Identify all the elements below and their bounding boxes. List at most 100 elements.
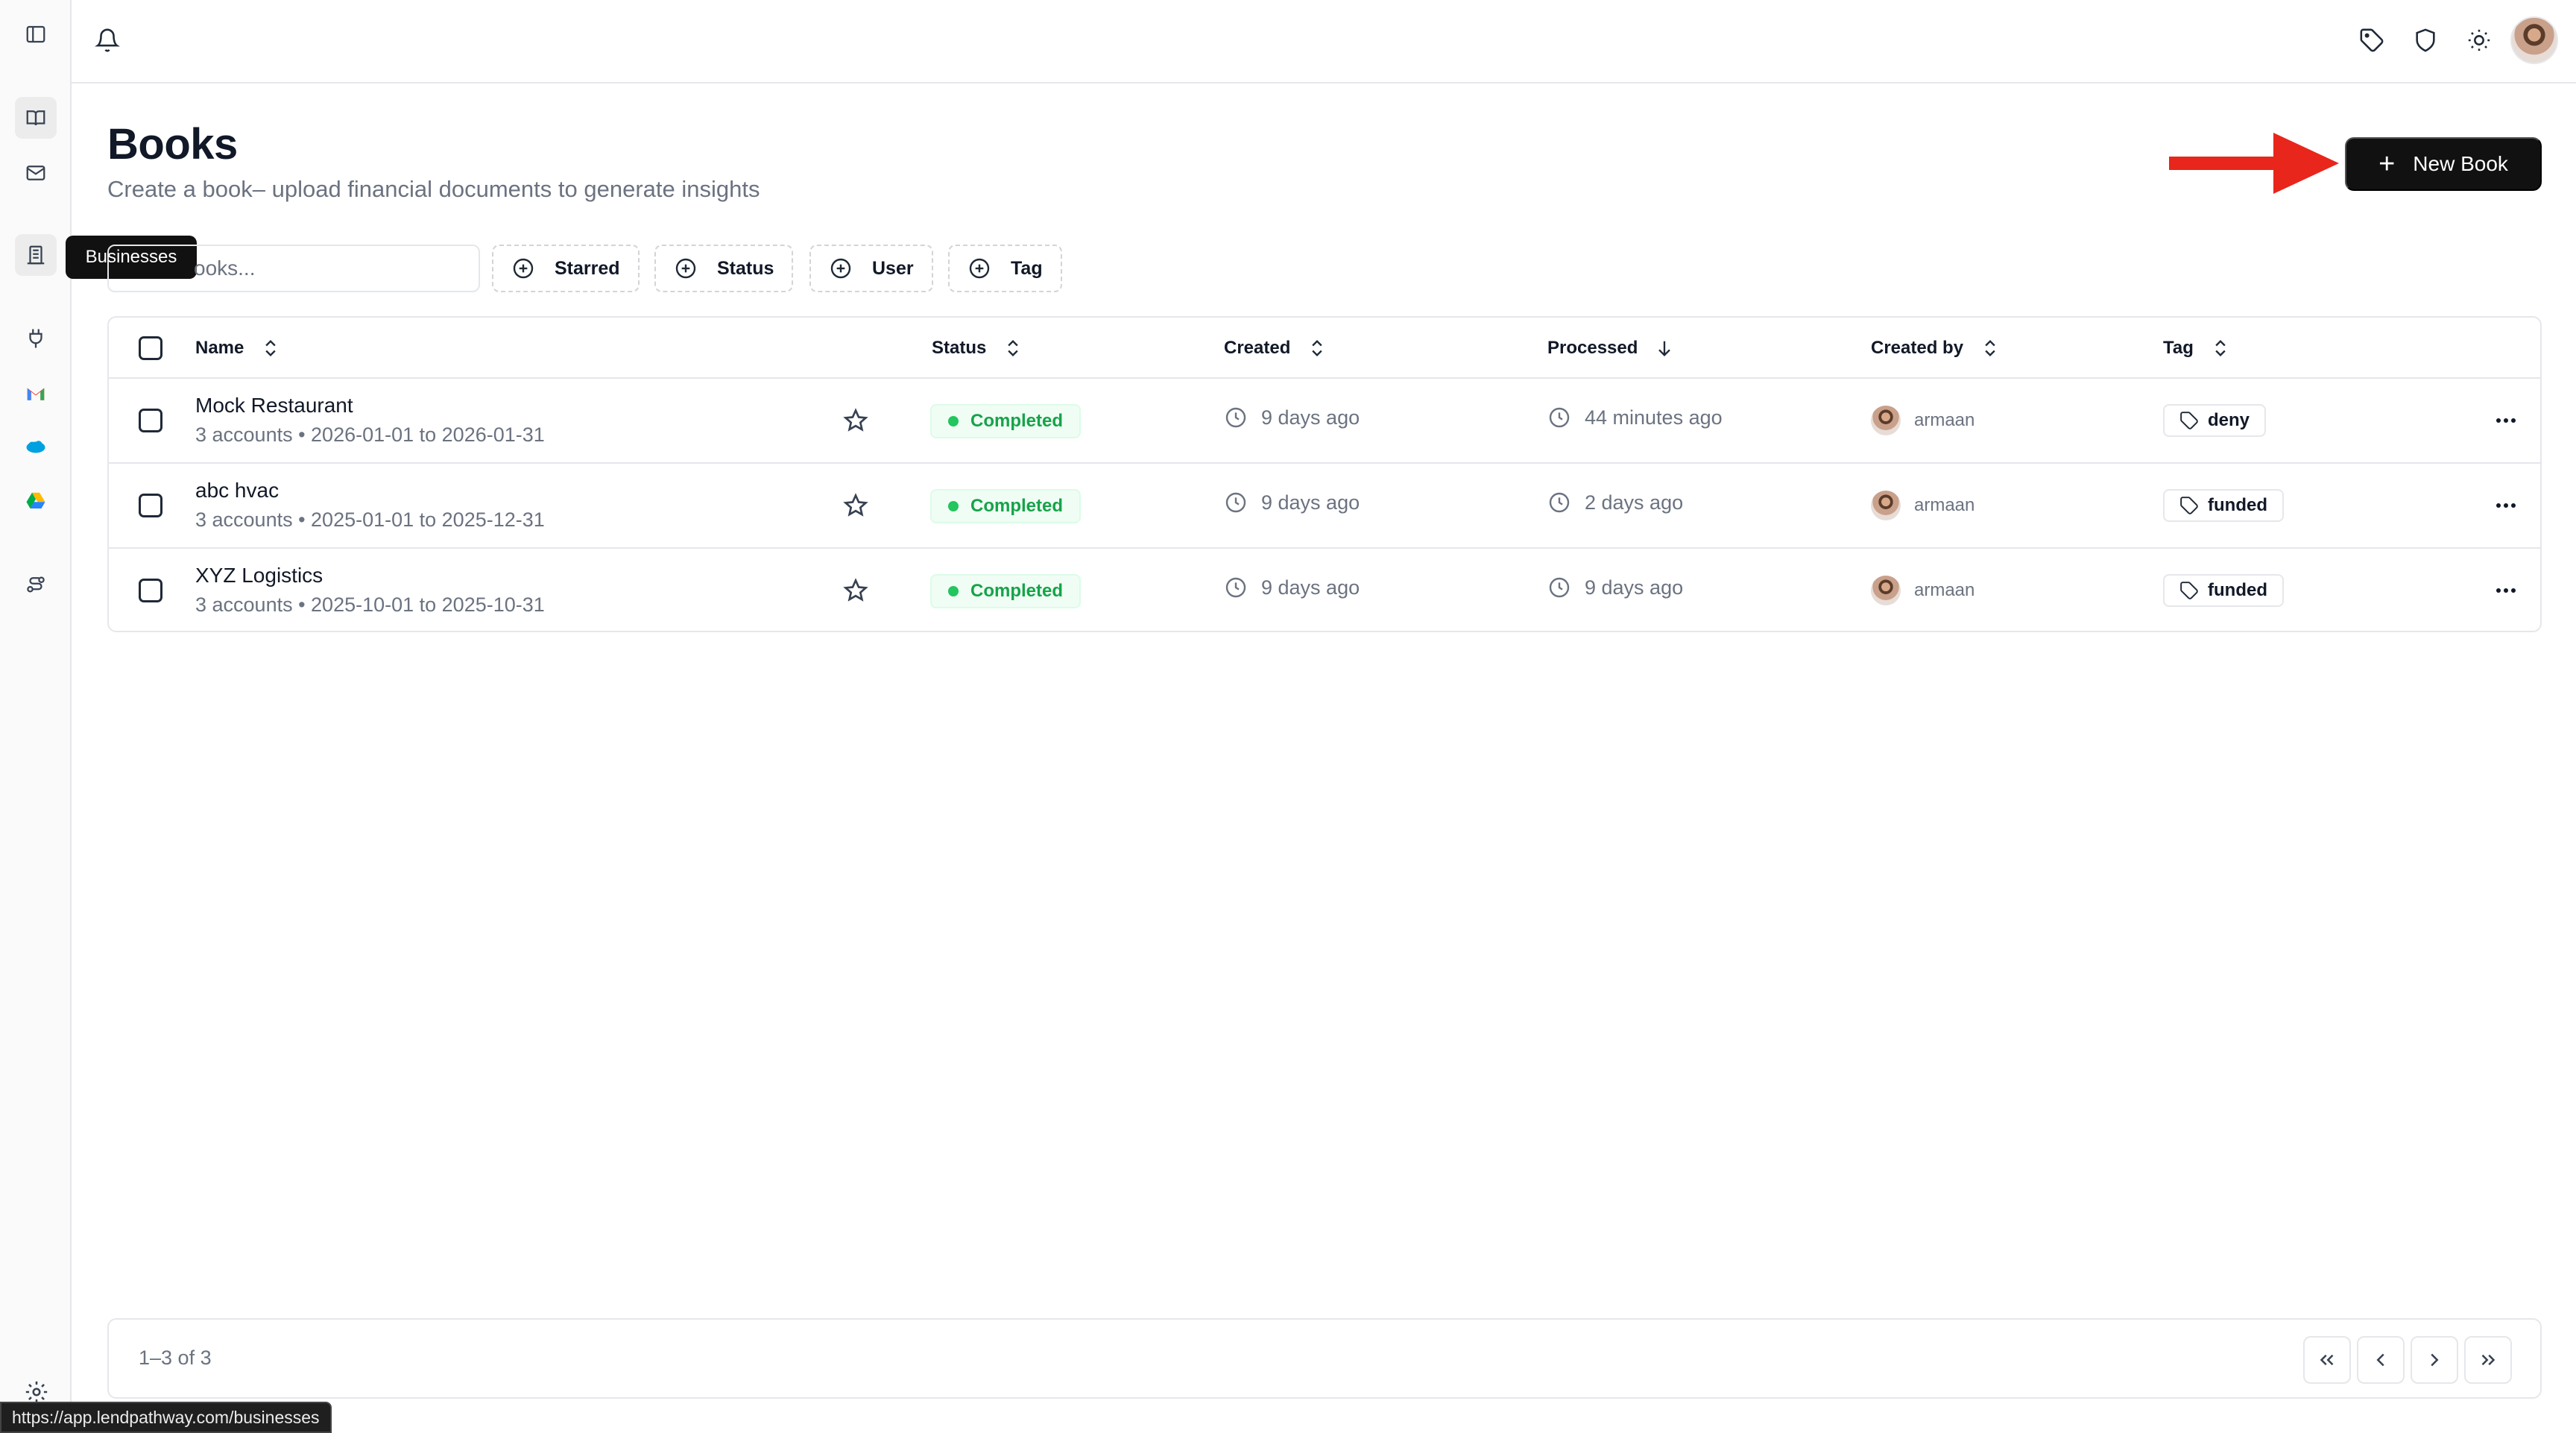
sidebar-item-google-drive[interactable] [15, 480, 57, 522]
sidebar-item-gmail[interactable] [15, 373, 57, 415]
row-checkbox[interactable] [139, 409, 162, 432]
processed-cell: 2 days ago [1547, 491, 1683, 514]
tag-label: funded [2208, 495, 2267, 515]
status-dot-icon [948, 586, 959, 596]
plug-icon [29, 329, 42, 348]
avatar [1871, 576, 1901, 605]
plus-circle-icon [513, 258, 534, 279]
sidebar-toggle-button[interactable] [15, 13, 57, 55]
status-dot-icon [948, 416, 959, 426]
sidebar-item-mail[interactable] [15, 152, 57, 194]
table-row[interactable]: Mock Restaurant 3 accounts • 2026-01-01 … [109, 379, 2540, 464]
clock-icon [1225, 577, 1246, 598]
search-input[interactable]: ooks... [107, 245, 480, 292]
column-status[interactable]: Status [932, 318, 1023, 379]
chevrons-right-icon [2481, 1354, 2496, 1366]
row-checkbox[interactable] [139, 494, 162, 517]
book-name[interactable]: XYZ Logistics [195, 564, 323, 588]
tag-label: deny [2208, 410, 2250, 430]
next-page-button[interactable] [2411, 1336, 2458, 1384]
table-row[interactable]: abc hvac 3 accounts • 2025-01-01 to 2025… [109, 464, 2540, 549]
page-title: Books [107, 120, 238, 169]
shield-icon [2416, 28, 2435, 52]
created-by-cell: armaan [1871, 576, 1974, 605]
row-actions-button[interactable] [2491, 579, 2521, 602]
books-table: Name Status Created Processed Created by… [107, 316, 2542, 632]
sidebar-item-integrations[interactable] [15, 318, 57, 359]
star-icon[interactable] [842, 577, 869, 604]
created-by-value: armaan [1914, 580, 1975, 600]
tag-pill[interactable]: funded [2163, 489, 2284, 522]
sidebar-item-businesses[interactable] [15, 234, 57, 276]
created-by-value: armaan [1914, 495, 1975, 515]
select-all-checkbox[interactable] [139, 336, 162, 360]
settings-icon[interactable] [24, 1379, 49, 1405]
column-name[interactable]: Name [195, 318, 281, 379]
filter-user-label: User [872, 257, 914, 279]
processed-value: 2 days ago [1585, 491, 1684, 514]
processed-value: 9 days ago [1585, 576, 1684, 599]
table-row[interactable]: XYZ Logistics 3 accounts • 2025-10-01 to… [109, 549, 2540, 634]
new-book-button[interactable]: + New Book [2345, 137, 2542, 191]
first-page-button[interactable] [2303, 1336, 2351, 1384]
star-icon[interactable] [842, 492, 869, 519]
column-tag[interactable]: Tag [2163, 318, 2231, 379]
column-processed[interactable]: Processed [1547, 318, 1675, 379]
column-created-label: Created [1224, 338, 1291, 358]
sun-icon [2468, 29, 2490, 51]
status-label: Completed [970, 496, 1064, 516]
column-created-by[interactable]: Created by [1871, 318, 2001, 379]
filter-tag-label: Tag [1011, 257, 1043, 279]
filter-user[interactable]: User [809, 245, 933, 292]
security-button[interactable] [2405, 19, 2446, 61]
clock-icon [1549, 407, 1570, 428]
sidebar-item-books[interactable] [15, 97, 57, 139]
notifications-button[interactable] [86, 19, 128, 61]
sort-icon [1008, 340, 1019, 356]
previous-page-button[interactable] [2357, 1336, 2405, 1384]
tag-pill[interactable]: funded [2163, 574, 2284, 607]
processed-cell: 44 minutes ago [1547, 406, 1723, 429]
row-checkbox[interactable] [139, 579, 162, 602]
chevron-right-icon [2431, 1353, 2439, 1367]
plus-circle-icon [675, 258, 696, 279]
salesforce-icon [26, 441, 45, 453]
table-header: Name Status Created Processed Created by… [109, 318, 2540, 379]
created-cell: 9 days ago [1224, 576, 1360, 599]
theme-toggle-button[interactable] [2458, 19, 2500, 61]
clock-icon [1549, 577, 1570, 598]
column-created[interactable]: Created [1224, 318, 1328, 379]
created-cell: 9 days ago [1224, 406, 1360, 429]
new-book-label: New Book [2413, 152, 2508, 175]
created-by-value: armaan [1914, 410, 1975, 430]
filter-status[interactable]: Status [654, 245, 794, 292]
status-badge: Completed [930, 404, 1082, 438]
created-value: 9 days ago [1261, 406, 1360, 429]
route-icon [27, 576, 45, 593]
mail-icon [26, 166, 45, 180]
tag-pill[interactable]: deny [2163, 404, 2267, 437]
created-value: 9 days ago [1261, 576, 1360, 599]
annotation-arrow-icon [2169, 133, 2339, 194]
plus-circle-icon [830, 258, 851, 279]
row-actions-button[interactable] [2491, 409, 2521, 432]
filter-starred[interactable]: Starred [492, 245, 640, 292]
book-name[interactable]: Mock Restaurant [195, 394, 353, 418]
column-processed-label: Processed [1547, 338, 1638, 358]
bell-icon [95, 28, 120, 52]
column-tag-label: Tag [2163, 338, 2194, 358]
filter-tag[interactable]: Tag [948, 245, 1062, 292]
created-cell: 9 days ago [1224, 491, 1360, 514]
book-name[interactable]: abc hvac [195, 479, 279, 503]
building-icon [27, 245, 45, 265]
sort-icon [1985, 340, 1995, 356]
row-actions-button[interactable] [2491, 494, 2521, 517]
sidebar-item-salesforce[interactable] [15, 426, 57, 468]
created-by-cell: armaan [1871, 491, 1974, 520]
user-avatar[interactable] [2510, 16, 2558, 64]
star-icon[interactable] [842, 407, 869, 434]
page-subtitle: Create a book– upload financial document… [107, 176, 760, 202]
tags-button[interactable] [2351, 19, 2393, 61]
last-page-button[interactable] [2464, 1336, 2512, 1384]
sidebar-item-workflows[interactable] [15, 564, 57, 605]
